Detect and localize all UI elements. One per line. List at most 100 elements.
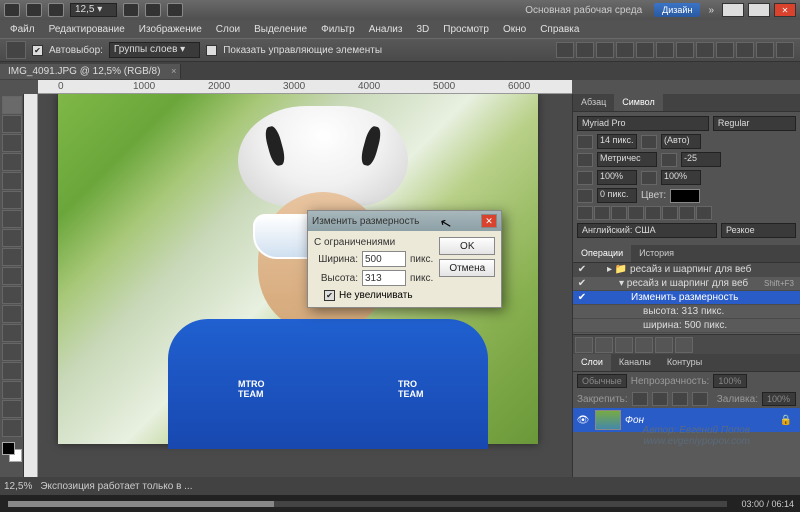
lasso-tool[interactable] — [2, 134, 22, 152]
fill-input[interactable]: 100% — [762, 392, 796, 406]
distribute-icon[interactable] — [696, 42, 714, 58]
menu-select[interactable]: Выделение — [248, 22, 313, 37]
record-action-icon[interactable] — [595, 337, 613, 353]
allcaps-icon[interactable] — [611, 206, 627, 220]
align-icon[interactable] — [636, 42, 654, 58]
distribute-icon[interactable] — [716, 42, 734, 58]
leading-input[interactable]: (Авто) — [661, 134, 701, 149]
zoom-select[interactable]: 12,5 ▾ — [70, 3, 117, 17]
height-input[interactable] — [362, 270, 406, 286]
layer-name[interactable]: Фон — [625, 415, 644, 426]
superscript-icon[interactable] — [645, 206, 661, 220]
tab-channels[interactable]: Каналы — [611, 354, 659, 371]
screen-mode-icon[interactable] — [167, 3, 183, 17]
align-icon[interactable] — [576, 42, 594, 58]
auto-select-checkbox[interactable]: ✔ — [32, 45, 43, 56]
dodge-tool[interactable] — [2, 343, 22, 361]
action-row[interactable]: ширина: 500 пикс. — [573, 319, 800, 333]
menu-view[interactable]: Просмотр — [437, 22, 495, 37]
visibility-icon[interactable]: 👁 — [575, 415, 591, 426]
action-row[interactable]: ✔▸ 📁 ресайз и шарпинг для веб — [573, 263, 800, 277]
play-action-icon[interactable] — [615, 337, 633, 353]
status-zoom[interactable]: 12,5% — [4, 481, 32, 492]
gradient-tool[interactable] — [2, 305, 22, 323]
smallcaps-icon[interactable] — [628, 206, 644, 220]
menu-help[interactable]: Справка — [534, 22, 585, 37]
distribute-icon[interactable] — [776, 42, 794, 58]
distribute-icon[interactable] — [736, 42, 754, 58]
subscript-icon[interactable] — [662, 206, 678, 220]
align-icon[interactable] — [616, 42, 634, 58]
opacity-input[interactable]: 100% — [713, 374, 747, 388]
document-tab[interactable]: IMG_4091.JPG @ 12,5% (RGB/8)× — [0, 64, 181, 79]
width-input[interactable] — [362, 251, 406, 267]
align-icon[interactable] — [656, 42, 674, 58]
layer-row[interactable]: 👁 Фон 🔒 — [573, 408, 800, 432]
workspace-more-icon[interactable]: » — [704, 5, 718, 16]
marquee-tool[interactable] — [2, 115, 22, 133]
menu-analysis[interactable]: Анализ — [363, 22, 409, 37]
hscale-input[interactable]: 100% — [661, 170, 701, 185]
move-tool[interactable] — [2, 96, 22, 114]
action-toggle[interactable]: ✔ — [575, 264, 589, 275]
eraser-tool[interactable] — [2, 286, 22, 304]
show-controls-checkbox[interactable] — [206, 45, 217, 56]
pen-tool[interactable] — [2, 362, 22, 380]
faux-bold-icon[interactable] — [577, 206, 593, 220]
tab-actions[interactable]: Операции — [573, 245, 631, 262]
video-controls[interactable]: 03:00 / 06:14 — [0, 495, 800, 512]
language-combo[interactable]: Английский: США — [577, 223, 717, 238]
tab-paths[interactable]: Контуры — [659, 354, 710, 371]
dialog-close-button[interactable]: ✕ — [481, 214, 497, 228]
tab-character[interactable]: Символ — [614, 94, 662, 111]
action-row[interactable]: ✔▾ ресайз и шарпинг для вебShift+F3 — [573, 277, 800, 291]
eyedropper-tool[interactable] — [2, 191, 22, 209]
design-workspace-button[interactable]: Дизайн — [654, 3, 700, 17]
tab-layers[interactable]: Слои — [573, 354, 611, 371]
tab-paragraph[interactable]: Абзац — [573, 94, 614, 111]
wand-tool[interactable] — [2, 153, 22, 171]
underline-icon[interactable] — [679, 206, 695, 220]
lock-icon[interactable] — [672, 392, 688, 406]
close-tab-icon[interactable]: × — [171, 66, 176, 76]
distribute-icon[interactable] — [756, 42, 774, 58]
menu-layer[interactable]: Слои — [210, 22, 246, 37]
shape-tool[interactable] — [2, 419, 22, 437]
history-brush-tool[interactable] — [2, 267, 22, 285]
action-row[interactable]: высота: 313 пикс. — [573, 305, 800, 319]
menu-window[interactable]: Окно — [497, 22, 532, 37]
ok-button[interactable]: OK — [439, 237, 495, 255]
antialias-combo[interactable]: Резкое — [721, 223, 796, 238]
menu-image[interactable]: Изображение — [133, 22, 208, 37]
path-tool[interactable] — [2, 400, 22, 418]
menu-file[interactable]: Файл — [4, 22, 41, 37]
new-set-icon[interactable] — [635, 337, 653, 353]
bridge-icon[interactable] — [26, 3, 42, 17]
video-seek-bar[interactable] — [8, 501, 727, 507]
faux-italic-icon[interactable] — [594, 206, 610, 220]
minimize-button[interactable]: — — [722, 3, 744, 17]
blur-tool[interactable] — [2, 324, 22, 342]
menu-3d[interactable]: 3D — [410, 22, 435, 37]
tracking-input[interactable]: -25 — [681, 152, 721, 167]
close-button[interactable]: ✕ — [774, 3, 796, 17]
lock-icon[interactable] — [632, 392, 648, 406]
action-toggle[interactable]: ✔ — [575, 278, 589, 289]
blend-mode-combo[interactable]: Обычные — [577, 374, 627, 388]
distribute-icon[interactable] — [676, 42, 694, 58]
action-toggle[interactable]: ✔ — [575, 292, 589, 303]
vscale-input[interactable]: 100% — [597, 170, 637, 185]
tab-history[interactable]: История — [631, 245, 682, 262]
arrange-icon[interactable] — [145, 3, 161, 17]
lock-icon[interactable] — [652, 392, 668, 406]
crop-tool[interactable] — [2, 172, 22, 190]
brush-tool[interactable] — [2, 229, 22, 247]
strike-icon[interactable] — [696, 206, 712, 220]
cancel-button[interactable]: Отмена — [439, 259, 495, 277]
font-style-combo[interactable]: Regular — [713, 116, 796, 131]
color-swatch[interactable] — [2, 442, 22, 462]
baseline-input[interactable]: 0 пикс. — [597, 188, 637, 203]
delete-action-icon[interactable] — [675, 337, 693, 353]
mini-bridge-icon[interactable] — [48, 3, 64, 17]
new-action-icon[interactable] — [655, 337, 673, 353]
